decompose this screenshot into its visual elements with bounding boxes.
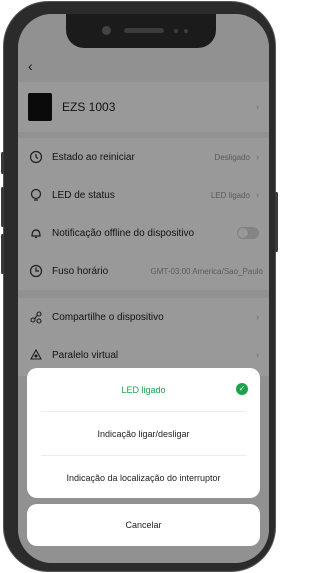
sensor-dot bbox=[184, 29, 188, 33]
phone-frame: ‹ EZS 1003 › Estado ao reiniciar Desliga… bbox=[1, 2, 278, 571]
option-label: Indicação da localização do interruptor bbox=[66, 472, 221, 483]
camera-icon bbox=[102, 26, 111, 35]
option-label: LED ligado bbox=[121, 384, 166, 395]
power-button bbox=[275, 192, 278, 252]
option-led-on[interactable]: LED ligado ✓ bbox=[27, 368, 260, 411]
action-sheet: LED ligado ✓ Indicação ligar/desligar In… bbox=[27, 368, 260, 498]
volume-up-button bbox=[1, 187, 4, 227]
speaker-grille bbox=[124, 28, 164, 33]
option-on-off-indication[interactable]: Indicação ligar/desligar bbox=[27, 412, 260, 455]
option-switch-location[interactable]: Indicação da localização do interruptor bbox=[27, 456, 260, 499]
cancel-button[interactable]: Cancelar bbox=[27, 504, 260, 546]
screen: ‹ EZS 1003 › Estado ao reiniciar Desliga… bbox=[18, 14, 269, 563]
notch bbox=[66, 14, 216, 48]
volume-button bbox=[1, 152, 4, 174]
volume-down-button bbox=[1, 234, 4, 274]
checkmark-icon: ✓ bbox=[236, 383, 248, 395]
option-label: Indicação ligar/desligar bbox=[97, 428, 190, 439]
sensor-dot bbox=[174, 29, 178, 33]
